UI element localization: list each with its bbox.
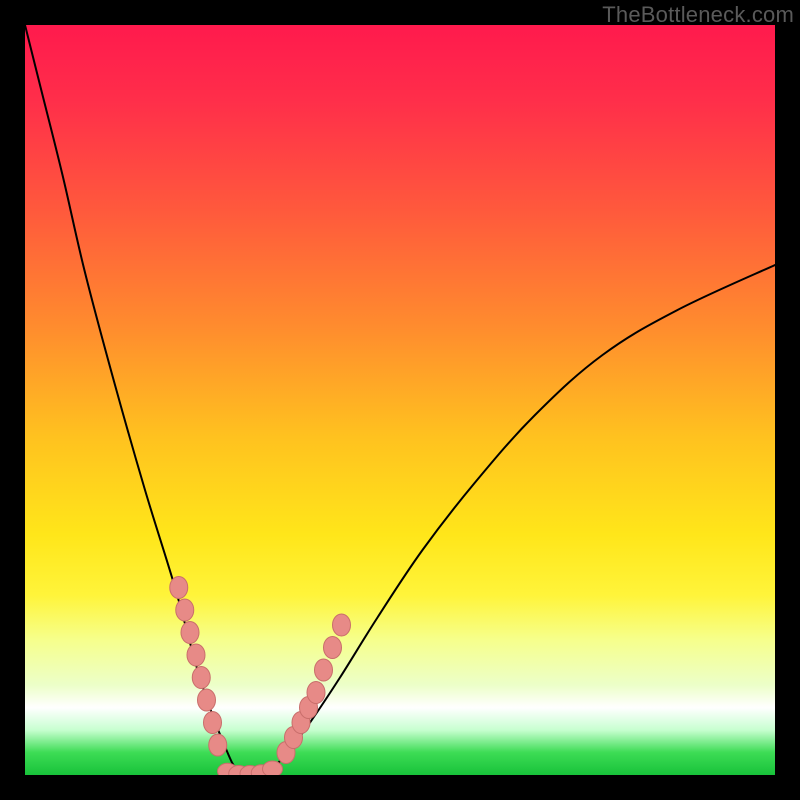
bead	[307, 682, 325, 704]
bead	[263, 761, 283, 775]
bead	[204, 712, 222, 734]
bead	[187, 644, 205, 666]
bead	[209, 734, 227, 756]
bead	[324, 637, 342, 659]
bead	[333, 614, 351, 636]
plot-area	[25, 25, 775, 775]
bead	[198, 689, 216, 711]
bead	[192, 667, 210, 689]
bottleneck-curve	[25, 25, 775, 775]
beads-group	[170, 577, 351, 776]
bead	[176, 599, 194, 621]
frame: TheBottleneck.com	[0, 0, 800, 800]
bead	[181, 622, 199, 644]
bead	[315, 659, 333, 681]
curve-layer	[25, 25, 775, 775]
bead	[170, 577, 188, 599]
